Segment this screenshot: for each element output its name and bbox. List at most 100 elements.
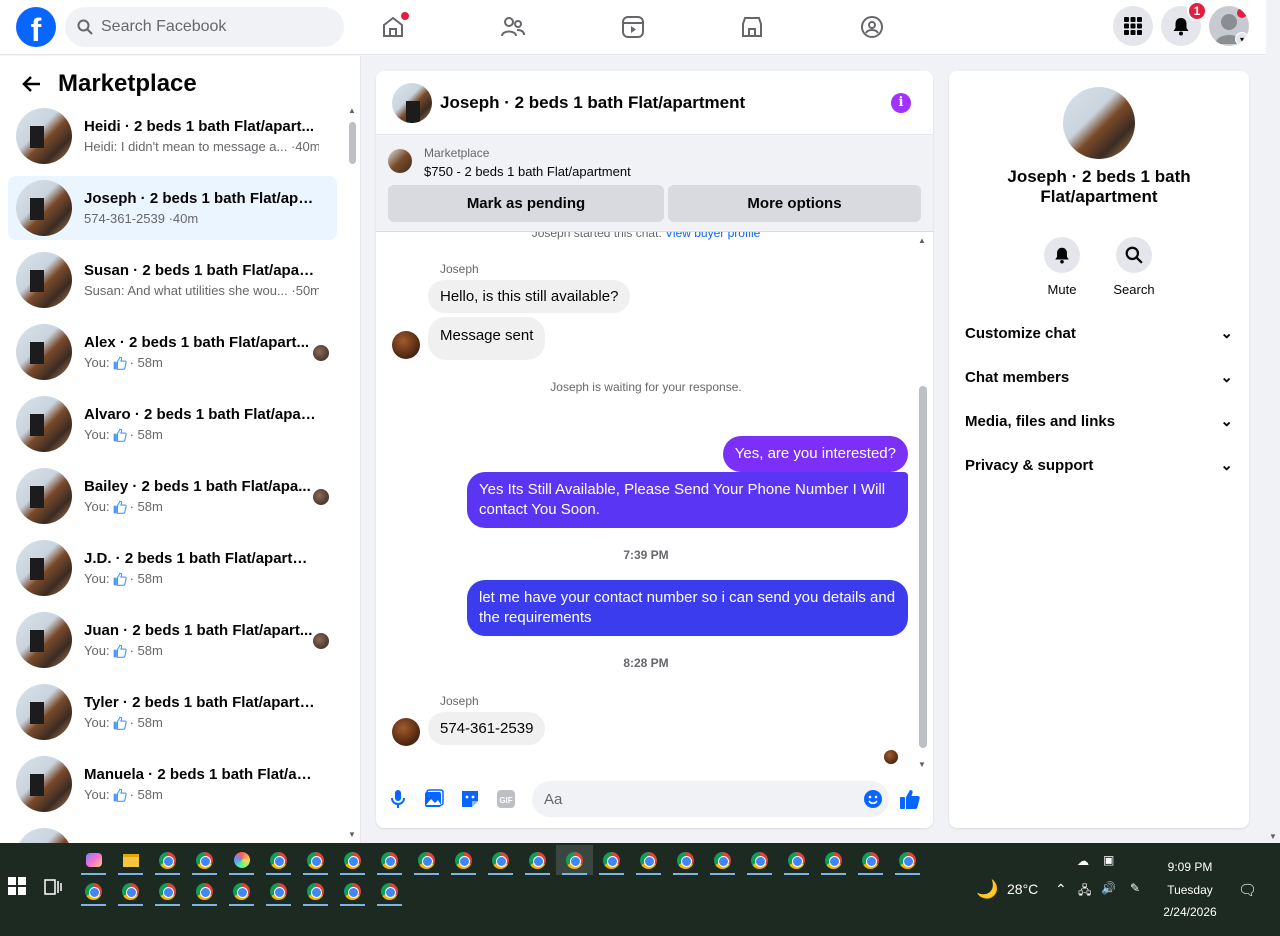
chrome-icon[interactable] (149, 876, 186, 906)
back-arrow-icon[interactable] (22, 74, 42, 94)
account-avatar[interactable]: ▾ (1209, 6, 1249, 46)
chrome-icon[interactable] (112, 876, 149, 906)
chrome-icon[interactable] (260, 876, 297, 906)
task-view-icon[interactable] (44, 879, 62, 900)
chrome-icon[interactable] (297, 876, 334, 906)
page-scrollbar[interactable]: ▼ (1266, 0, 1280, 843)
conversation-item[interactable]: Susan · 2 beds 1 bath Flat/apart... Susan… (8, 248, 337, 312)
chrome-icon[interactable] (334, 876, 371, 906)
chrome-icon[interactable] (630, 845, 667, 875)
chrome-icon[interactable] (667, 845, 704, 875)
media-files-links-row[interactable]: Media, files and links ⌄ (965, 409, 1233, 433)
chrome-icon[interactable] (852, 845, 889, 875)
mark-pending-button[interactable]: Mark as pending (388, 185, 664, 222)
conversation-item[interactable]: Alex · 2 beds 1 bath Flat/apart... You: · … (8, 320, 337, 384)
chrome-icon[interactable] (186, 845, 223, 875)
chrome-icon[interactable] (778, 845, 815, 875)
chrome-icon[interactable] (371, 845, 408, 875)
thumbs-up-icon[interactable] (899, 788, 921, 810)
chat-header[interactable]: Joseph · 2 beds 1 bath Flat/apartment i (376, 71, 933, 135)
search-box[interactable] (65, 7, 344, 47)
joseph-avatar[interactable] (392, 331, 420, 359)
paint-icon[interactable] (223, 845, 260, 875)
copilot-icon[interactable] (75, 845, 112, 875)
conversation-item[interactable]: Juan · 2 beds 1 bath Flat/apart... You: · … (8, 608, 337, 672)
chrome-icon[interactable] (815, 845, 852, 875)
conversation-item[interactable]: Douglas · 2 beds 1 bath Flat/apart... (8, 824, 337, 843)
sticker-icon[interactable] (459, 788, 481, 810)
customize-chat-row[interactable]: Customize chat ⌄ (965, 321, 1233, 345)
meet-icon[interactable]: ▣ (1103, 853, 1114, 867)
conversation-item[interactable]: Heidi · 2 beds 1 bath Flat/apart... Heidi… (8, 104, 337, 168)
facebook-logo[interactable]: f (16, 7, 56, 47)
chevron-down-icon[interactable]: ▾ (1235, 32, 1249, 46)
view-buyer-profile-link[interactable]: View buyer profile (665, 232, 760, 240)
search-input[interactable] (101, 18, 321, 36)
notifications-button[interactable]: 1 (1161, 1, 1207, 46)
chrome-icon[interactable] (704, 845, 741, 875)
conversation-item[interactable]: Bailey · 2 beds 1 bath Flat/apa... You: · … (8, 464, 337, 528)
chrome-icon[interactable] (260, 845, 297, 875)
home-icon[interactable] (379, 12, 409, 41)
chrome-icon[interactable] (371, 876, 408, 906)
incoming-message[interactable]: 574-361-2539 (428, 712, 546, 745)
joseph-avatar[interactable] (392, 718, 420, 746)
emoji-icon[interactable] (863, 789, 883, 809)
privacy-support-row[interactable]: Privacy & support ⌄ (965, 453, 1233, 477)
conversation-item[interactable]: Alvaro · 2 beds 1 bath Flat/apart... You:… (8, 392, 337, 456)
incoming-message[interactable]: Hello, is this still available? (428, 280, 631, 313)
outgoing-message[interactable]: Yes Its Still Available, Please Send You… (467, 472, 908, 528)
chat-scrollbar[interactable]: ▲ ▼ (916, 236, 930, 769)
volume-icon[interactable]: 🔊 (1101, 881, 1116, 895)
temperature[interactable]: 28°C (1007, 881, 1038, 897)
message-input[interactable] (544, 790, 844, 808)
conversation-item[interactable]: Tyler · 2 beds 1 bath Flat/apartm... You:… (8, 680, 337, 744)
friends-icon[interactable] (499, 13, 527, 41)
outgoing-message[interactable]: Yes, are you interested? (722, 436, 908, 472)
more-options-button[interactable]: More options (668, 185, 921, 222)
conversation-item[interactable]: Joseph · 2 beds 1 bath Flat/apart... 574-… (8, 176, 337, 240)
incoming-message[interactable]: Message sent (428, 317, 546, 360)
windows-start-icon[interactable] (8, 877, 28, 897)
chat-members-row[interactable]: Chat members ⌄ (965, 365, 1233, 389)
menu-grid-button[interactable] (1113, 6, 1153, 46)
photo-icon[interactable] (423, 788, 445, 810)
outgoing-message[interactable]: let me have your contact number so i can… (467, 580, 908, 636)
file-explorer-icon[interactable] (112, 845, 149, 875)
chrome-icon[interactable] (297, 845, 334, 875)
conversation-item[interactable]: Manuela · 2 beds 1 bath Flat/apa... You: ·… (8, 752, 337, 816)
chrome-icon[interactable] (889, 845, 926, 875)
video-icon[interactable] (619, 13, 647, 41)
mute-button[interactable]: Mute (1032, 237, 1092, 297)
conversation-item[interactable]: J.D. · 2 beds 1 bath Flat/apartment You: ·… (8, 536, 337, 600)
chrome-icon[interactable] (408, 845, 445, 875)
weather-moon-icon[interactable]: 🌙 (976, 879, 998, 900)
chrome-icon[interactable] (445, 845, 482, 875)
sidebar-scrollbar[interactable]: ▲ ▼ (346, 104, 358, 839)
chrome-icon[interactable] (334, 845, 371, 875)
clock-date[interactable]: 2/24/2026 (1158, 905, 1222, 919)
chrome-icon[interactable] (223, 876, 260, 906)
clock-time[interactable]: 9:09 PM (1160, 860, 1220, 874)
microphone-icon[interactable] (387, 788, 409, 810)
network-icon[interactable]: 🖧 (1078, 881, 1091, 902)
gif-icon[interactable]: GIF (495, 788, 517, 810)
chrome-icon[interactable] (186, 876, 223, 906)
chrome-icon[interactable] (482, 845, 519, 875)
listing-avatar[interactable] (1063, 87, 1135, 159)
groups-icon[interactable] (858, 13, 886, 41)
chrome-icon[interactable] (519, 845, 556, 875)
onedrive-icon[interactable]: ☁ (1077, 854, 1089, 868)
chrome-icon[interactable] (149, 845, 186, 875)
chrome-icon[interactable] (741, 845, 778, 875)
tray-chevron-up-icon[interactable]: ⌃ (1055, 881, 1067, 898)
marketplace-icon[interactable] (738, 13, 766, 41)
info-icon[interactable]: i (891, 93, 911, 113)
chrome-icon[interactable] (75, 876, 112, 906)
message-input-box[interactable] (532, 781, 889, 817)
clock-day[interactable]: Tuesday (1160, 883, 1220, 897)
pen-icon[interactable]: ✎ (1130, 881, 1140, 895)
chrome-icon[interactable] (556, 845, 593, 875)
search-conversation-button[interactable]: Search (1104, 237, 1164, 297)
notification-center-icon[interactable]: 🗨 (1238, 881, 1257, 899)
